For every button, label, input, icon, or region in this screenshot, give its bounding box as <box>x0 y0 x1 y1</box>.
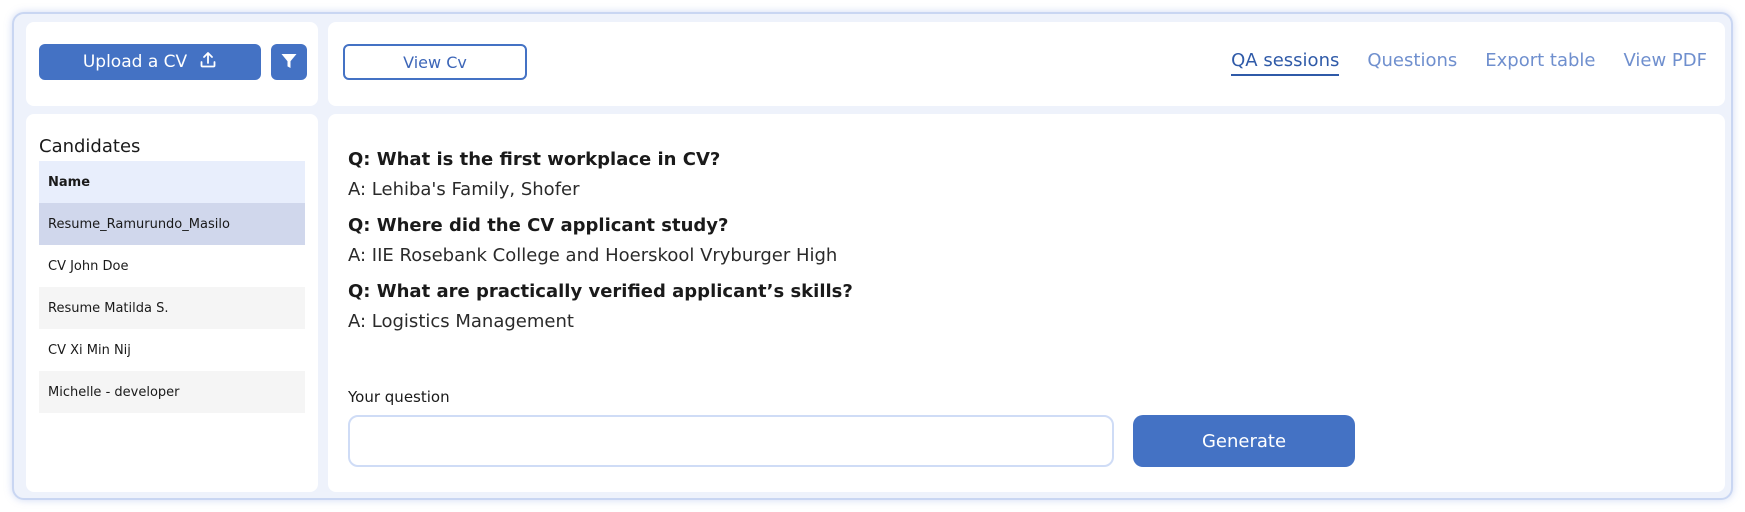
qa-answer: A: IIE Rosebank College and Hoerskool Vr… <box>348 245 838 266</box>
tab-view-pdf[interactable]: View PDF <box>1623 50 1707 76</box>
qa-question: Q: What is the first workplace in CV? <box>348 149 721 170</box>
candidate-name: CV John Doe <box>48 258 129 274</box>
question-label: Your question <box>348 388 450 406</box>
app-frame: Upload a CV View Cv QA sessions Question… <box>12 12 1733 500</box>
candidate-name: CV Xi Min Nij <box>48 342 131 358</box>
qa-question: Q: What are practically verified applica… <box>348 281 853 302</box>
filter-icon <box>280 52 298 73</box>
tab-questions[interactable]: Questions <box>1367 50 1457 76</box>
candidate-name: Resume_Ramurundo_Masilo <box>48 216 230 232</box>
qa-answer: A: Logistics Management <box>348 311 574 332</box>
tab-bar: QA sessions Questions Export table View … <box>1231 50 1707 76</box>
tab-export-table[interactable]: Export table <box>1485 50 1595 76</box>
qa-item: Q: What are practically verified applica… <box>348 280 853 334</box>
table-row[interactable]: CV John Doe <box>39 245 305 287</box>
table-row[interactable]: Resume_Ramurundo_Masilo <box>39 203 305 245</box>
qa-item: Q: Where did the CV applicant study? A: … <box>348 214 853 268</box>
candidates-panel: Candidates Name Resume_Ramurundo_Masilo … <box>26 114 318 492</box>
upload-icon <box>199 51 217 74</box>
qa-list: Q: What is the first workplace in CV? A:… <box>348 148 853 346</box>
qa-question: Q: Where did the CV applicant study? <box>348 215 729 236</box>
view-cv-button[interactable]: View Cv <box>343 44 527 80</box>
upload-cv-button[interactable]: Upload a CV <box>39 44 261 80</box>
column-header-name: Name <box>48 174 91 190</box>
tab-qa-sessions[interactable]: QA sessions <box>1231 50 1340 76</box>
table-row[interactable]: Resume Matilda S. <box>39 287 305 329</box>
candidate-name: Michelle - developer <box>48 384 180 400</box>
table-header: Name <box>39 161 305 203</box>
upload-cv-label: Upload a CV <box>82 52 188 72</box>
qa-panel: Q: What is the first workplace in CV? A:… <box>328 114 1725 492</box>
candidates-title: Candidates <box>39 136 141 157</box>
table-row[interactable]: CV Xi Min Nij <box>39 329 305 371</box>
candidate-name: Resume Matilda S. <box>48 300 169 316</box>
qa-item: Q: What is the first workplace in CV? A:… <box>348 148 853 202</box>
actions-panel: Upload a CV <box>26 22 318 106</box>
generate-button[interactable]: Generate <box>1133 415 1355 467</box>
question-input[interactable] <box>348 415 1114 467</box>
header-panel: View Cv QA sessions Questions Export tab… <box>328 22 1725 106</box>
qa-answer: A: Lehiba's Family, Shofer <box>348 179 580 200</box>
candidates-table: Name Resume_Ramurundo_Masilo CV John Doe… <box>39 161 305 413</box>
table-row[interactable]: Michelle - developer <box>39 371 305 413</box>
filter-button[interactable] <box>271 44 307 80</box>
